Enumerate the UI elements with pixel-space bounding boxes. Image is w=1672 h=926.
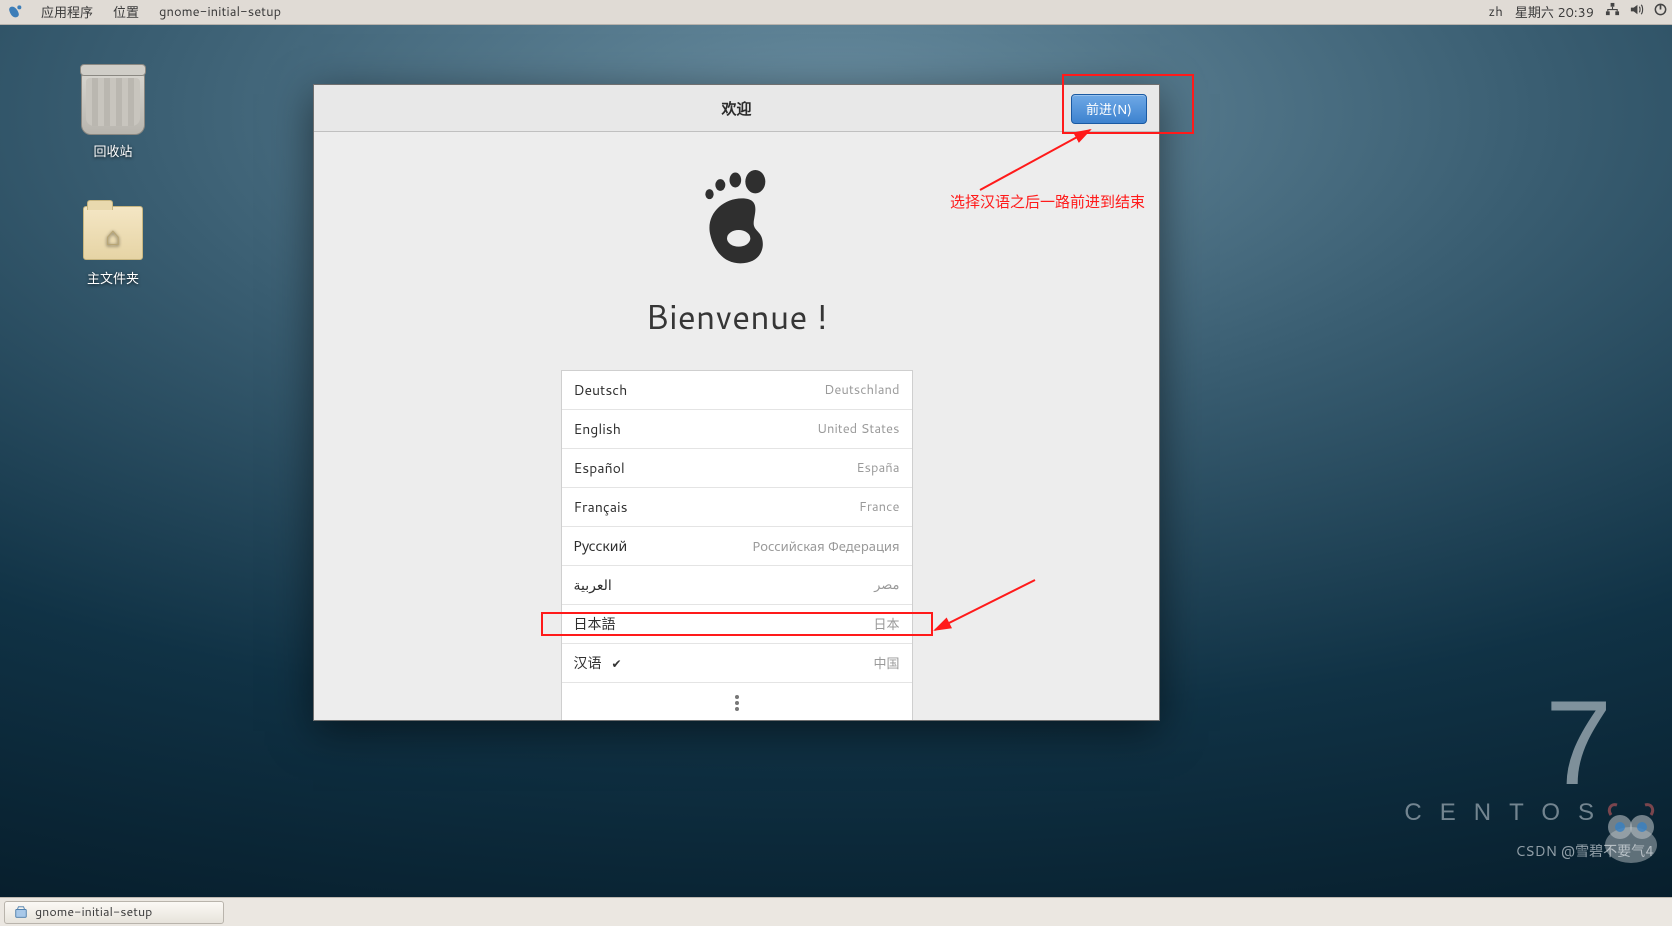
volume-icon[interactable]: [1624, 2, 1648, 22]
desktop[interactable]: 7 CENTOS 回收站 主文件夹 欢迎 前进(N): [0, 25, 1672, 897]
lang-name: Français: [574, 497, 628, 517]
menu-current-app[interactable]: gnome-initial-setup: [149, 0, 291, 24]
centos-branding: 7 CENTOS: [1404, 701, 1612, 827]
gnome-foot-icon: [695, 170, 779, 270]
initial-setup-window: 欢迎 前进(N) Bienvenue ! DeutschDeutschland …: [313, 84, 1160, 721]
desktop-home[interactable]: 主文件夹: [63, 198, 163, 288]
lang-name: Español: [574, 458, 625, 478]
centos-name: CENTOS: [1404, 799, 1612, 827]
clock[interactable]: 星期六 20:39: [1509, 0, 1600, 24]
lang-country: 中国: [622, 653, 900, 673]
lang-row[interactable]: EspañolEspaña: [562, 449, 912, 488]
dialog-body: Bienvenue ! DeutschDeutschland EnglishUn…: [314, 132, 1159, 720]
lang-name: العربية: [574, 575, 612, 595]
network-icon[interactable]: [1600, 2, 1624, 22]
lang-name: 汉语: [574, 653, 602, 673]
lang-row[interactable]: العربيةمصر: [562, 566, 912, 605]
lang-name: English: [574, 419, 621, 439]
dialog-title: 欢迎: [721, 98, 751, 119]
lang-country: France: [628, 498, 900, 516]
dialog-header: 欢迎 前进(N): [314, 85, 1159, 132]
bottom-taskbar: gnome-initial-setup: [0, 897, 1672, 926]
menu-places[interactable]: 位置: [103, 0, 149, 24]
gnome-logo-icon: [6, 2, 26, 22]
desktop-trash-label: 回收站: [63, 141, 163, 161]
desktop-home-label: 主文件夹: [63, 268, 163, 288]
folder-home-icon: [81, 198, 145, 262]
lang-country: مصر: [612, 576, 900, 594]
lang-country: Deutschland: [627, 381, 899, 399]
next-button[interactable]: 前进(N): [1071, 94, 1147, 124]
menu-applications[interactable]: 应用程序: [31, 0, 103, 24]
centos-version: 7: [1404, 701, 1612, 785]
lang-name: 日本語: [574, 614, 616, 634]
lang-country: España: [625, 459, 900, 477]
keyboard-indicator[interactable]: zh: [1482, 0, 1508, 24]
lang-row-selected[interactable]: 汉语 ✔中国: [562, 644, 912, 683]
lang-country: 日本: [616, 614, 900, 634]
top-menu-bar: 应用程序 位置 gnome-initial-setup zh 星期六 20:39: [0, 0, 1672, 25]
lang-row[interactable]: EnglishUnited States: [562, 410, 912, 449]
language-list: DeutschDeutschland EnglishUnited States …: [561, 370, 913, 720]
lang-row[interactable]: FrançaisFrance: [562, 488, 912, 527]
lang-row[interactable]: DeutschDeutschland: [562, 371, 912, 410]
app-icon: [13, 904, 29, 920]
more-icon: [735, 693, 739, 713]
more-languages-button[interactable]: [562, 683, 912, 720]
lang-country: United States: [621, 420, 900, 438]
lang-name: Deutsch: [574, 380, 628, 400]
check-icon: ✔: [612, 655, 622, 672]
lang-row[interactable]: РусскийРоссийская Федерация: [562, 527, 912, 566]
system-tray: zh 星期六 20:39: [1482, 0, 1672, 24]
taskbar-app-button[interactable]: gnome-initial-setup: [4, 901, 224, 924]
lang-country: Российская Федерация: [627, 537, 899, 556]
lang-name: Русский: [574, 536, 628, 556]
trash-icon: [81, 71, 145, 135]
lang-row[interactable]: 日本語日本: [562, 605, 912, 644]
welcome-heading: Bienvenue !: [314, 292, 1159, 340]
power-icon[interactable]: [1648, 2, 1672, 22]
csdn-watermark: CSDN @雪碧不要气4: [1515, 841, 1654, 861]
desktop-trash[interactable]: 回收站: [63, 71, 163, 161]
taskbar-app-label: gnome-initial-setup: [35, 903, 152, 921]
